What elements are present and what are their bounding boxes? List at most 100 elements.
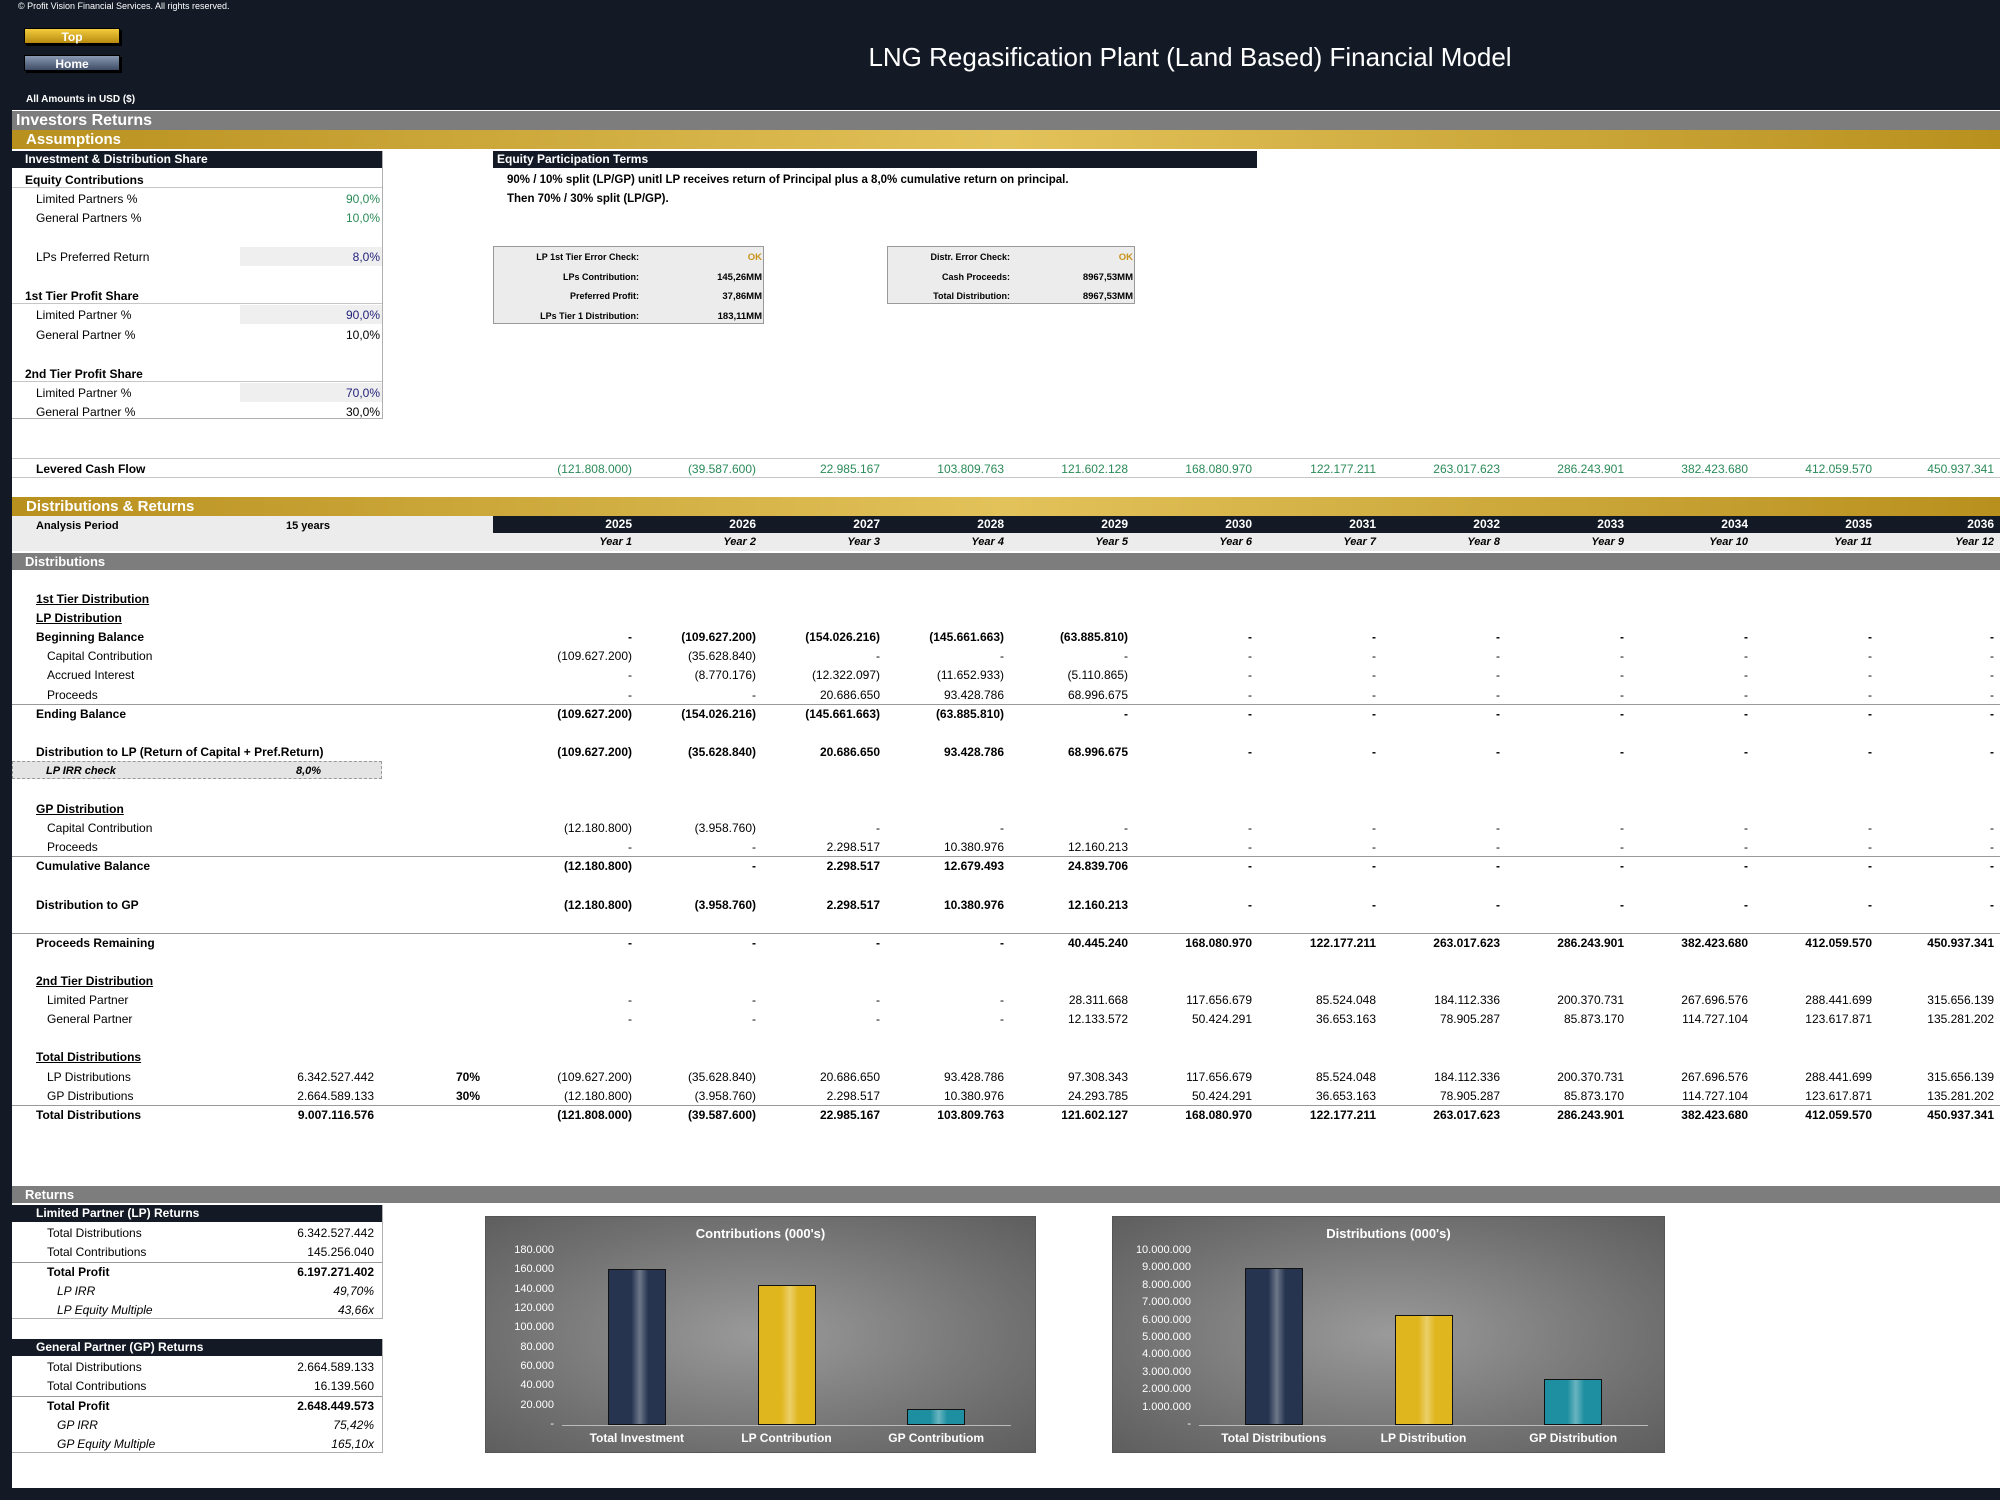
gp_returns-label: GP IRR xyxy=(57,1417,98,1432)
row-cell: - xyxy=(1990,744,1994,759)
row-label: Total Distributions xyxy=(36,1107,142,1122)
row-cell: (154.026.216) xyxy=(805,630,880,645)
row-cell: 2.298.517 xyxy=(826,840,880,855)
row-label: Ending Balance xyxy=(36,706,127,721)
row-cell: (12.180.800) xyxy=(563,859,632,874)
gp_returns-label: Total Profit xyxy=(47,1398,110,1413)
top-button[interactable]: Top xyxy=(24,28,120,44)
row-cell: - xyxy=(1868,859,1872,874)
gp_returns-value: 2.664.589.133 xyxy=(297,1360,374,1374)
lp_returns-label: Total Distributions xyxy=(47,1226,142,1240)
row-cell: 114.727.104 xyxy=(1682,1088,1748,1103)
row-cell: 2.298.517 xyxy=(826,897,880,912)
row-cell: - xyxy=(1496,706,1500,721)
row-cell: 121.602.127 xyxy=(1061,1107,1128,1122)
row-cell: - xyxy=(1496,687,1500,702)
row-cell: 135.281.202 xyxy=(1927,1088,1994,1103)
levered-cf-cell: 263.017.623 xyxy=(1433,462,1500,476)
row-cell: 24.839.706 xyxy=(1067,859,1128,874)
row-cell: - xyxy=(1248,821,1252,836)
y-tick-label: 4.000.000 xyxy=(1142,1348,1191,1361)
row-cell: - xyxy=(1990,649,1994,664)
row-cell: - xyxy=(628,687,632,702)
row-cell: 36.653.163 xyxy=(1315,1088,1376,1103)
row-cell: (12.322.097) xyxy=(811,668,880,683)
year-cell: 2032 xyxy=(1473,517,1500,531)
lp-pct-value[interactable]: 90,0% xyxy=(240,192,380,207)
row-cell: 10.380.976 xyxy=(943,1088,1004,1103)
t1-lp-input[interactable]: 90,0% xyxy=(240,308,380,323)
row-cell: 2.298.517 xyxy=(826,859,880,874)
row-cell: 288.441.699 xyxy=(1805,993,1872,1008)
row-cell: - xyxy=(1744,649,1748,664)
gp_returns-value: 2.648.449.573 xyxy=(297,1398,374,1413)
row-cell: 122.177.211 xyxy=(1309,935,1376,950)
row-cell: - xyxy=(1372,687,1376,702)
gp_returns-label: Total Distributions xyxy=(47,1360,142,1374)
row-cell: - xyxy=(1744,744,1748,759)
row-cell: (3.958.760) xyxy=(694,821,756,836)
row-cell: - xyxy=(1000,821,1004,836)
row-cell: 20.686.650 xyxy=(819,744,880,759)
pref-return-input[interactable]: 8,0% xyxy=(240,250,380,265)
y-tick-label: 80.000 xyxy=(520,1340,554,1353)
row-cell: 36.653.163 xyxy=(1315,1012,1376,1027)
row-cell: - xyxy=(1990,840,1994,855)
levered-cf-cell: 412.059.570 xyxy=(1805,462,1872,476)
row-pct: 70% xyxy=(455,1069,480,1084)
row-cell: - xyxy=(1000,935,1004,950)
row-cell: - xyxy=(1372,744,1376,759)
row-cell: - xyxy=(1868,897,1872,912)
row-cell: 20.686.650 xyxy=(819,1069,880,1084)
row-cell: - xyxy=(1248,840,1252,855)
row-cell: - xyxy=(1496,649,1500,664)
row-cell: (8.770.176) xyxy=(694,668,756,683)
row-cell: (109.627.200) xyxy=(557,1069,632,1084)
row-cell: - xyxy=(628,993,632,1008)
tier2-label: 2nd Tier Profit Share xyxy=(25,367,143,381)
row-cell: 85.524.048 xyxy=(1315,1069,1376,1084)
year-cell: 2027 xyxy=(853,517,880,531)
year-label-cell: Year 7 xyxy=(1343,536,1376,548)
check2-label: Cash Proceeds: xyxy=(941,271,1010,282)
row-cell: - xyxy=(1620,897,1624,912)
check1-label: LP 1st Tier Error Check: xyxy=(536,252,639,262)
row-cell: - xyxy=(1868,687,1872,702)
row-cell: 12.160.213 xyxy=(1067,897,1128,912)
row-cell: - xyxy=(1868,840,1872,855)
row-cell: 123.617.871 xyxy=(1805,1088,1872,1103)
row-cell: 382.423.680 xyxy=(1681,935,1748,950)
row-cell: 286.243.901 xyxy=(1557,935,1624,950)
row-cell: 412.059.570 xyxy=(1805,1107,1872,1122)
row-cell: - xyxy=(1000,1012,1004,1027)
equity-contrib-label: Equity Contributions xyxy=(25,173,144,187)
gp-pct-value[interactable]: 10,0% xyxy=(240,211,380,226)
row-cell: (109.627.200) xyxy=(557,649,632,664)
row-cell: 2.298.517 xyxy=(826,1088,880,1103)
row-cell: 184.112.336 xyxy=(1434,1069,1500,1084)
section-dist-returns: Distributions & Returns xyxy=(12,497,2000,516)
row-cell: - xyxy=(1248,630,1252,645)
section-returns: Returns xyxy=(12,1186,2000,1203)
year-cell: 2028 xyxy=(977,517,1004,531)
contributions-chart: Contributions (000's) -20.000 40.000 60.00… xyxy=(485,1216,1036,1453)
row-cell: - xyxy=(1744,897,1748,912)
row-cell: - xyxy=(1990,668,1994,683)
check1-label: Preferred Profit: xyxy=(569,291,639,301)
row-cell: 103.809.763 xyxy=(937,1107,1004,1122)
row-cell: - xyxy=(1868,821,1872,836)
y-tick-label: 120.000 xyxy=(514,1302,554,1314)
x-category-label: LP Contribution xyxy=(741,1431,832,1445)
y-tick-label: 40.000 xyxy=(520,1379,554,1392)
row-cell: 78.905.287 xyxy=(1439,1012,1500,1027)
x-category-label: LP Distribution xyxy=(1380,1431,1467,1445)
row-cell: - xyxy=(1868,649,1872,664)
row-label: LP Distribution xyxy=(36,611,122,626)
home-button[interactable]: Home xyxy=(24,55,120,71)
t2-lp-input[interactable]: 70,0% xyxy=(240,386,380,401)
levered-cf-cell: 382.423.680 xyxy=(1681,462,1748,476)
row-cell: (11.652.933) xyxy=(936,668,1004,683)
y-tick-label: 5.000.000 xyxy=(1142,1331,1191,1343)
left-border xyxy=(0,110,12,1500)
row-cell: (63.885.810) xyxy=(935,706,1004,721)
